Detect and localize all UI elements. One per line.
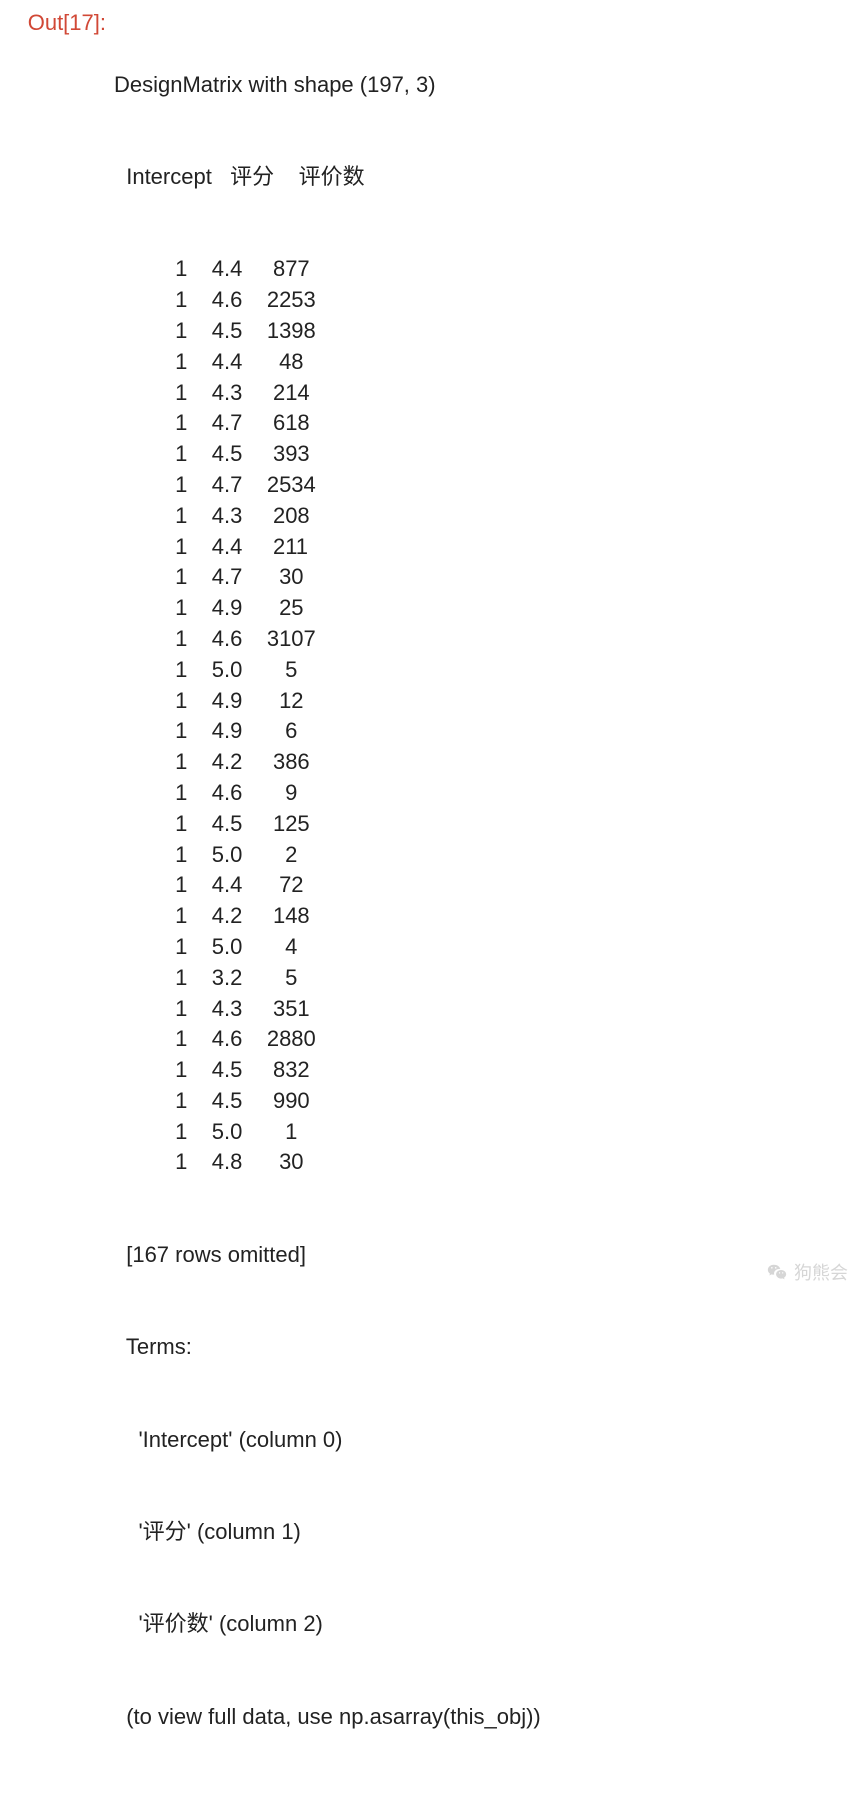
table-row: 1 4.6 9 [114, 778, 850, 809]
table-row: 1 4.6 3107 [114, 624, 850, 655]
table-row: 1 4.4 72 [114, 870, 850, 901]
table-row: 1 4.7 618 [114, 408, 850, 439]
table-row: 1 4.3 214 [114, 378, 850, 409]
table-row: 1 5.0 5 [114, 655, 850, 686]
terms-label: Terms: [114, 1332, 850, 1363]
table-row: 1 4.7 30 [114, 562, 850, 593]
table-row: 1 3.2 5 [114, 963, 850, 994]
term-item: 'Intercept' (column 0) [114, 1425, 850, 1456]
table-row: 1 4.6 2880 [114, 1024, 850, 1055]
table-row: 1 4.5 393 [114, 439, 850, 470]
table-row: 1 4.5 125 [114, 809, 850, 840]
table-row: 1 4.9 25 [114, 593, 850, 624]
table-row: 1 4.4 877 [114, 254, 850, 285]
rows-omitted-label: [167 rows omitted] [114, 1240, 850, 1271]
table-row: 1 5.0 1 [114, 1117, 850, 1148]
designmatrix-title: DesignMatrix with shape (197, 3) [114, 70, 850, 101]
table-row: 1 4.3 208 [114, 501, 850, 532]
output-prompt-label: Out[17]: [8, 8, 114, 39]
table-row: 1 4.3 351 [114, 994, 850, 1025]
table-row: 1 4.9 12 [114, 686, 850, 717]
table-row: 1 4.9 6 [114, 716, 850, 747]
table-row: 1 4.5 1398 [114, 316, 850, 347]
table-row: 1 4.4 48 [114, 347, 850, 378]
notebook-output-cell: Out[17]: DesignMatrix with shape (197, 3… [8, 8, 850, 1794]
table-row: 1 4.7 2534 [114, 470, 850, 501]
table-body: 1 4.4 877 1 4.6 2253 1 4.5 1398 1 4.4 48… [114, 254, 850, 1178]
table-header-row: Intercept 评分 评价数 [114, 162, 850, 193]
table-row: 1 4.2 386 [114, 747, 850, 778]
term-item: '评分' (column 1) [114, 1517, 850, 1548]
term-item: '评价数' (column 2) [114, 1609, 850, 1640]
footer-hint: (to view full data, use np.asarray(this_… [114, 1702, 850, 1733]
output-content-area: DesignMatrix with shape (197, 3) Interce… [114, 8, 850, 1794]
table-row: 1 5.0 4 [114, 932, 850, 963]
table-row: 1 5.0 2 [114, 840, 850, 871]
table-row: 1 4.5 990 [114, 1086, 850, 1117]
table-row: 1 4.4 211 [114, 532, 850, 563]
table-row: 1 4.5 832 [114, 1055, 850, 1086]
table-row: 1 4.2 148 [114, 901, 850, 932]
table-row: 1 4.6 2253 [114, 285, 850, 316]
table-row: 1 4.8 30 [114, 1147, 850, 1178]
